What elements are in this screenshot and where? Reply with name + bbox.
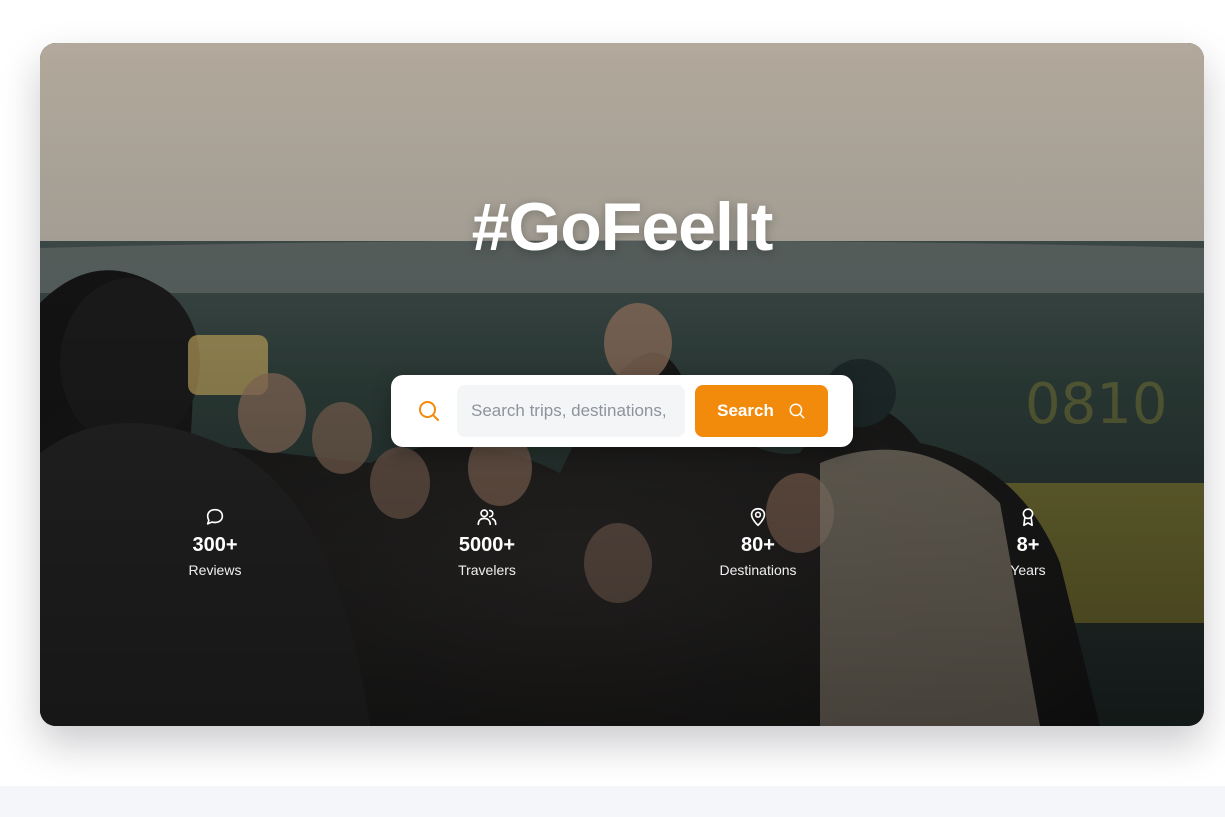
page-footer-band bbox=[0, 786, 1225, 817]
stat-travelers: 5000+ Travelers bbox=[417, 506, 557, 579]
stat-value: 80+ bbox=[741, 534, 775, 556]
stat-value: 300+ bbox=[192, 534, 238, 556]
search-input[interactable] bbox=[457, 385, 685, 437]
stat-reviews: 300+ Reviews bbox=[145, 506, 285, 579]
search-bar: Search bbox=[391, 375, 853, 447]
map-pin-icon bbox=[750, 507, 766, 527]
stat-label: Travelers bbox=[458, 562, 516, 578]
stat-destinations: 80+ Destinations bbox=[688, 506, 828, 579]
hero-headline: #GoFeelIt bbox=[471, 189, 774, 265]
chat-bubble-icon bbox=[206, 508, 224, 525]
stat-label: Reviews bbox=[188, 562, 242, 578]
stat-label: Destinations bbox=[719, 562, 797, 578]
hero-banner: 0810 #GoFeelIt Search bbox=[40, 43, 1204, 726]
stat-years: 8+ Years bbox=[958, 506, 1098, 579]
search-button-label: Search bbox=[717, 401, 774, 420]
stat-value: 5000+ bbox=[458, 534, 516, 556]
search-button[interactable]: Search bbox=[695, 385, 828, 437]
search-icon bbox=[789, 403, 805, 419]
stat-value: 8+ bbox=[1016, 534, 1040, 556]
award-icon bbox=[1022, 508, 1034, 527]
search-icon bbox=[419, 401, 439, 421]
users-icon bbox=[477, 509, 497, 526]
stat-label: Years bbox=[1010, 562, 1046, 578]
